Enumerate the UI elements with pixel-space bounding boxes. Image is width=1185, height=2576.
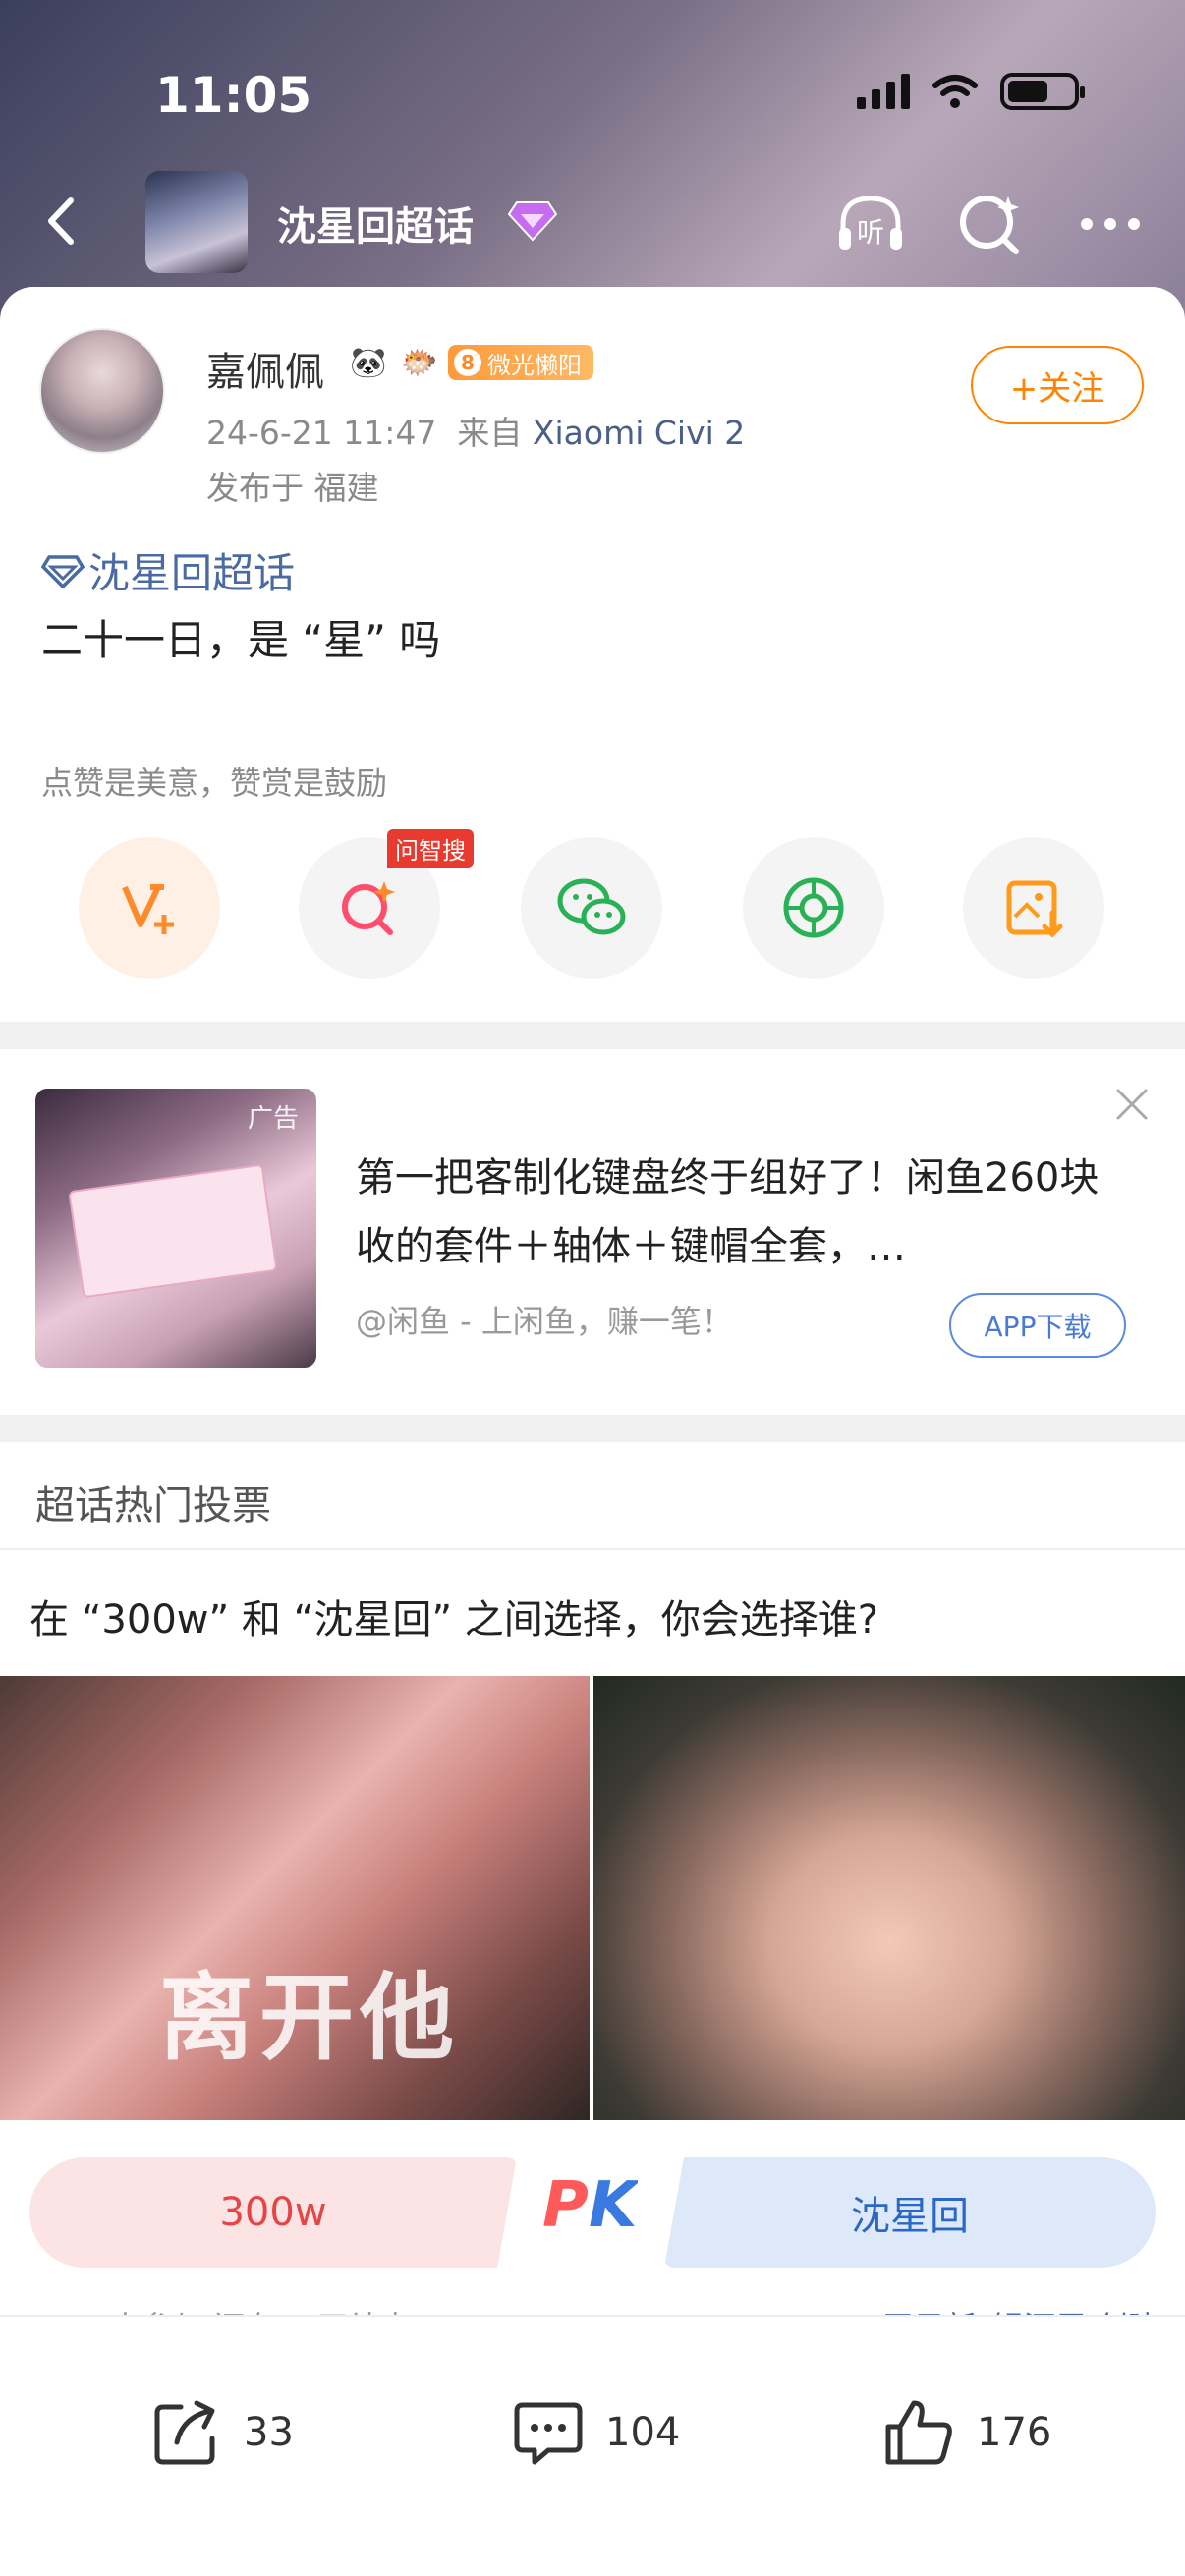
fan-level-text: 微光懒阳 xyxy=(487,351,582,379)
listen-icon[interactable]: 听 xyxy=(831,185,910,263)
section-divider xyxy=(0,1022,1185,1049)
vote-card: 超话热门投票 在 “300w” 和 “沈星回” 之间选择，你会选择谁? 离开他 … xyxy=(0,1442,1185,2326)
diamond-outline-icon xyxy=(41,554,85,588)
fan-level-badge[interactable]: 8 微光懒阳 xyxy=(448,345,593,380)
fan-level-number: 8 xyxy=(454,349,481,376)
follow-button[interactable]: +关注 xyxy=(971,346,1144,424)
comment-button[interactable]: 104 xyxy=(509,2393,680,2472)
reward-button[interactable] xyxy=(79,837,220,979)
like-count: 176 xyxy=(977,2410,1052,2455)
nav-bar: 沈星回超话 听 xyxy=(0,167,1185,275)
topic-tag[interactable]: 沈星回超话 xyxy=(41,540,295,600)
vote-pk-label: PK xyxy=(542,2169,638,2242)
author-avatar[interactable] xyxy=(39,328,165,454)
search-icon[interactable] xyxy=(951,185,1030,263)
moments-icon xyxy=(783,877,844,938)
section-divider xyxy=(0,1415,1185,1442)
status-time: 11:05 xyxy=(155,67,312,124)
ad-image-card xyxy=(68,1163,278,1299)
repost-button[interactable]: 33 xyxy=(147,2393,294,2472)
post-card: 嘉佩佩 🐼 🐡 8 微光懒阳 24-6-21 11:47 来自 Xiaomi C… xyxy=(0,287,1185,1024)
moments-share-button[interactable] xyxy=(743,837,884,979)
bottom-action-bar: 33 104 176 xyxy=(0,2315,1185,2576)
diamond-icon xyxy=(507,201,558,242)
share-row: 问智搜 xyxy=(0,829,1185,984)
author-badges: 🐼 🐡 8 微光懒阳 xyxy=(346,340,593,385)
status-bar: 11:05 xyxy=(0,0,1185,147)
vote-image-right[interactable] xyxy=(593,1676,1185,2120)
vote-option-left[interactable]: 300w xyxy=(29,2157,517,2268)
vote-image-left[interactable]: 离开他 xyxy=(0,1676,590,2120)
ad-label: 广告 xyxy=(247,1104,299,1134)
battery-icon xyxy=(1000,73,1085,110)
topic-tag-text: 沈星回超话 xyxy=(88,549,296,597)
vote-option-right[interactable]: 沈星回 xyxy=(664,2157,1156,2268)
reward-hint: 点赞是美意，赞赏是鼓励 xyxy=(41,764,388,802)
nav-title[interactable]: 沈星回超话 xyxy=(277,195,474,252)
wechat-share-button[interactable] xyxy=(521,837,662,979)
back-icon[interactable] xyxy=(28,187,96,255)
fish-badge-icon: 🐡 xyxy=(401,345,438,380)
post-meta: 24-6-21 11:47 来自 Xiaomi Civi 2 xyxy=(206,407,745,454)
comment-icon xyxy=(514,2402,583,2465)
topic-avatar[interactable] xyxy=(145,171,248,273)
smart-search-icon xyxy=(342,881,395,935)
svg-text:听: 听 xyxy=(857,216,884,249)
vote-image-left-text: 离开他 xyxy=(159,1963,460,2073)
reward-v-icon xyxy=(122,884,174,934)
more-icon[interactable] xyxy=(1071,185,1150,263)
ad-image[interactable]: 广告 xyxy=(35,1089,316,1368)
thumbs-up-icon xyxy=(885,2400,952,2465)
post-location: 发布于 福建 xyxy=(206,469,379,507)
vote-question: 在 “300w” 和 “沈星回” 之间选择，你会选择谁? xyxy=(29,1597,879,1643)
post-device[interactable]: Xiaomi Civi 2 xyxy=(533,414,745,452)
wifi-icon xyxy=(932,75,978,108)
panda-badge-icon: 🐼 xyxy=(350,345,387,380)
ad-download-button[interactable]: APP下载 xyxy=(949,1293,1126,1358)
wechat-icon xyxy=(557,878,626,935)
repost-count: 33 xyxy=(244,2410,294,2455)
ad-title[interactable]: 第一把客制化键盘终于组好了！闲鱼260块收的套件＋轴体＋键帽全套，… xyxy=(356,1144,1102,1281)
like-button[interactable]: 176 xyxy=(880,2393,1051,2472)
post-source-prefix: 来自 xyxy=(457,414,523,452)
vote-header: 超话热门投票 xyxy=(35,1484,271,1529)
post-date: 24-6-21 11:47 xyxy=(206,414,437,452)
ad-card[interactable]: 广告 第一把客制化键盘终于组好了！闲鱼260块收的套件＋轴体＋键帽全套，… @闲… xyxy=(0,1049,1185,1415)
repost-icon xyxy=(154,2400,215,2465)
close-icon[interactable] xyxy=(1112,1085,1152,1124)
ad-source[interactable]: @闲鱼 - 上闲鱼，赚一笔！ xyxy=(356,1297,733,1342)
save-image-icon xyxy=(1006,880,1063,938)
comment-count: 104 xyxy=(605,2410,681,2455)
vote-separator xyxy=(0,1548,1185,1550)
smart-search-tag: 问智搜 xyxy=(387,829,474,868)
author-name[interactable]: 嘉佩佩 xyxy=(206,340,324,397)
save-image-button[interactable] xyxy=(963,837,1104,979)
status-icons xyxy=(857,73,1085,110)
post-text: 二十一日，是 “星” 吗 xyxy=(41,616,441,664)
signal-icon xyxy=(857,74,910,109)
